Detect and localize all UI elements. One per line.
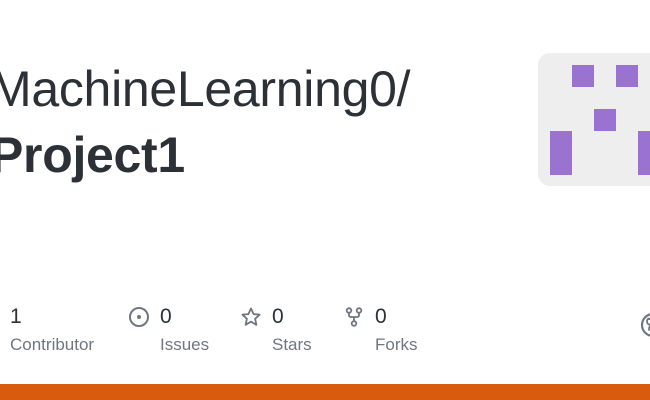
repo-stats: 1 Contributor 0 Issues 0 Stars 0 Forks [0, 303, 650, 363]
stat-issues[interactable]: 0 Issues [128, 303, 209, 355]
repo-owner[interactable]: MachineLearning0/ [0, 56, 510, 122]
stat-stars[interactable]: 0 Stars [240, 303, 312, 355]
stars-count: 0 [272, 305, 284, 328]
stat-forks[interactable]: 0 Forks [343, 303, 418, 355]
repo-title: MachineLearning0/ Project1 [0, 56, 510, 188]
repo-name[interactable]: Project1 [0, 122, 510, 188]
stars-label: Stars [272, 335, 312, 354]
accent-bar [0, 384, 650, 400]
identicon-avatar [538, 53, 650, 186]
repo-forked-icon [343, 306, 365, 328]
star-icon [240, 306, 262, 328]
forks-label: Forks [375, 335, 418, 354]
contributors-count: 1 [10, 305, 22, 328]
issue-opened-icon [128, 306, 150, 328]
github-logo-icon [640, 312, 650, 338]
issues-label: Issues [160, 335, 210, 354]
identicon-avatar-graphic [550, 65, 650, 175]
contributors-label: Contributor [10, 335, 95, 354]
issues-count: 0 [160, 305, 172, 328]
forks-count: 0 [375, 305, 387, 328]
stat-contributors[interactable]: 1 Contributor [10, 303, 94, 355]
